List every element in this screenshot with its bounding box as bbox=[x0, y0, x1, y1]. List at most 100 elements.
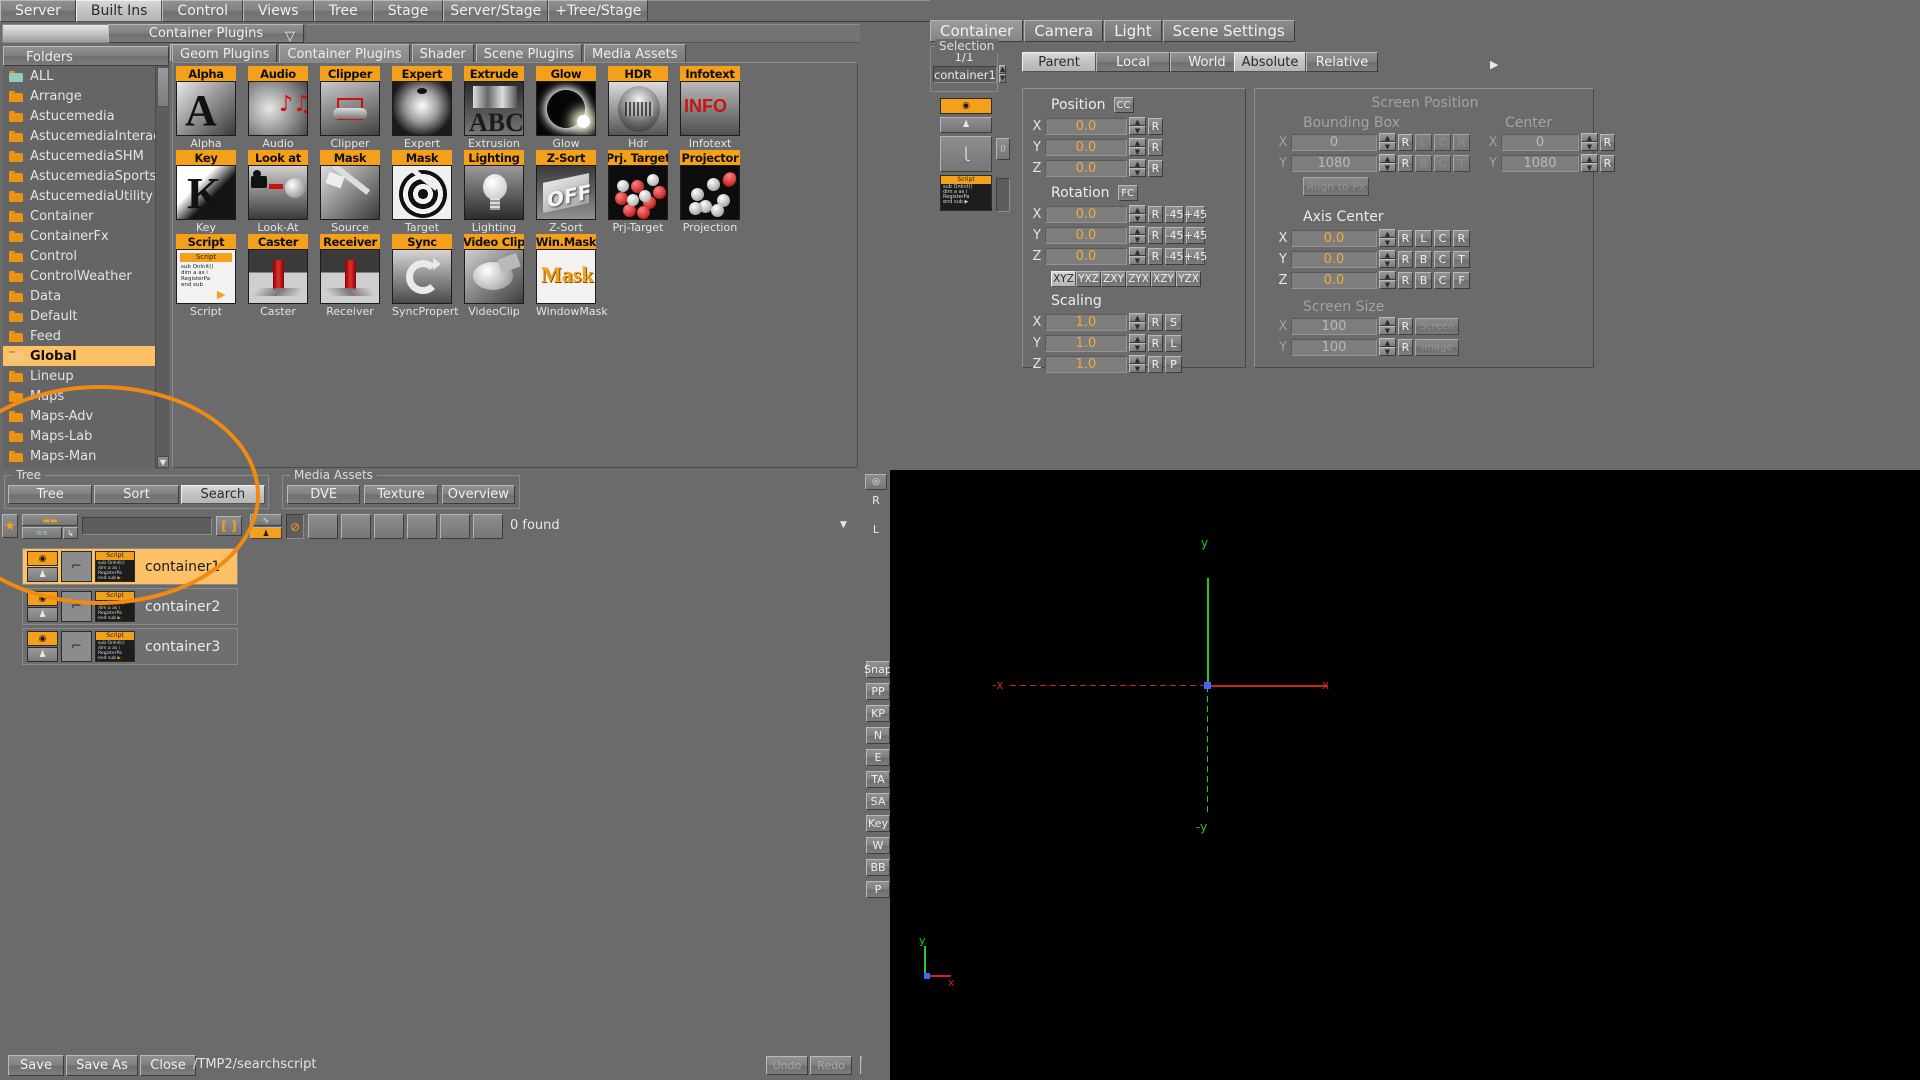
selection-stepper[interactable]: ▲ ▼ bbox=[998, 64, 1007, 83]
reset-button[interactable]: R bbox=[1398, 154, 1413, 172]
folder-item-containerfx[interactable]: ContainerFx bbox=[3, 226, 155, 246]
plugin-tab-geom-plugins[interactable]: Geom Plugins bbox=[172, 44, 278, 63]
menu-item-tree[interactable]: Tree bbox=[313, 0, 373, 22]
axis-icon[interactable]: ⌐ bbox=[61, 631, 92, 662]
reset-button[interactable]: R bbox=[1148, 205, 1163, 223]
folder-scroll-thumb[interactable] bbox=[157, 67, 169, 107]
script-thumbnail-icon[interactable]: Script sub OnInit() dim a as i RegisterPa e… bbox=[940, 175, 992, 211]
axis-icon[interactable]: ⌐ bbox=[61, 551, 92, 582]
selection-stepper-up[interactable]: ▲ bbox=[998, 64, 1007, 74]
reset-button[interactable]: R bbox=[1148, 355, 1163, 373]
menu-item-views[interactable]: Views bbox=[243, 0, 314, 22]
stepper-up[interactable]: ▲ bbox=[1379, 229, 1396, 238]
scaling-extra-button[interactable]: S bbox=[1165, 313, 1182, 331]
stepper-down[interactable]: ▼ bbox=[1581, 142, 1598, 151]
selection-stepper-down[interactable]: ▼ bbox=[998, 73, 1007, 83]
value-stepper[interactable]: ▲ ▼ bbox=[1129, 355, 1146, 373]
axis-align-1-button[interactable]: B bbox=[1415, 250, 1432, 268]
bracket-filter-button[interactable]: [ ] bbox=[216, 516, 242, 536]
plugin-item-infotext[interactable]: Infotext INFO Infotext bbox=[680, 66, 740, 151]
axis-icon[interactable]: ⌐ bbox=[61, 591, 92, 622]
stepper-up[interactable]: ▲ bbox=[1129, 334, 1146, 343]
stepper-up[interactable]: ▲ bbox=[1379, 154, 1396, 163]
3d-viewport[interactable]: y -y x -x y x bbox=[890, 470, 1920, 1080]
stepper-down[interactable]: ▼ bbox=[1129, 235, 1146, 244]
value-field[interactable]: 1.0 bbox=[1045, 313, 1127, 331]
axis-align-3-button[interactable]: F bbox=[1453, 271, 1470, 289]
value-field[interactable]: 0.0 bbox=[1045, 205, 1127, 223]
axis-align-2-button[interactable]: C bbox=[1434, 229, 1451, 247]
plugin-item-glow[interactable]: Glow Glow bbox=[536, 66, 596, 151]
reset-button[interactable]: R bbox=[1398, 133, 1413, 151]
plugin-item-source[interactable]: Mask Source bbox=[320, 150, 380, 235]
stepper-down[interactable]: ▼ bbox=[1129, 364, 1146, 373]
menu-item-stage[interactable]: Stage bbox=[372, 0, 444, 22]
stepper-down[interactable]: ▼ bbox=[1379, 280, 1396, 289]
screen-size-r-button[interactable]: R bbox=[1398, 317, 1413, 335]
bb-align-3-button[interactable]: R bbox=[1453, 133, 1470, 151]
folder-item-controlweather[interactable]: ControlWeather bbox=[3, 266, 155, 286]
properties-tab-camera[interactable]: Camera bbox=[1024, 20, 1104, 42]
folder-item-arrange[interactable]: Arrange bbox=[3, 86, 155, 106]
plugin-item-windowmask[interactable]: Win.Mask Mask WindowMask bbox=[536, 234, 608, 319]
reset-button[interactable]: R bbox=[1398, 229, 1413, 247]
texture-button[interactable]: Texture bbox=[364, 485, 438, 504]
value-field[interactable]: 0.0 bbox=[1291, 250, 1377, 268]
folder-item-container[interactable]: Container bbox=[3, 206, 155, 226]
stepper-up[interactable]: ▲ bbox=[1581, 133, 1598, 142]
folder-scroll-down-icon[interactable]: ▼ bbox=[157, 456, 169, 468]
value-field[interactable]: 1.0 bbox=[1045, 355, 1127, 373]
plugin-item-audio[interactable]: Audio ♪♫Audio bbox=[248, 66, 308, 151]
value-stepper[interactable]: ▲ ▼ bbox=[1379, 271, 1396, 289]
person-toggle-icon[interactable]: ♟ bbox=[27, 647, 58, 662]
stepper-down[interactable]: ▼ bbox=[1129, 147, 1146, 156]
value-field[interactable]: 0 bbox=[1501, 133, 1579, 151]
axis-icon[interactable]: ⎩ bbox=[940, 136, 992, 172]
folder-item-all[interactable]: ALL bbox=[3, 66, 155, 86]
value-field[interactable]: 100 bbox=[1291, 317, 1377, 335]
redo-button[interactable]: Redo bbox=[810, 1056, 852, 1075]
space-parent-button[interactable]: Parent bbox=[1022, 52, 1096, 72]
bb-align-1-button[interactable]: L bbox=[1415, 133, 1432, 151]
layout-mode-2-icon[interactable] bbox=[341, 514, 371, 539]
reset-button[interactable]: R bbox=[1398, 250, 1413, 268]
axis-align-3-button[interactable]: T bbox=[1453, 250, 1470, 268]
person-toggle-icon[interactable]: ♟ bbox=[940, 117, 992, 133]
value-field[interactable]: 0.0 bbox=[1045, 159, 1127, 177]
value-stepper[interactable]: ▲ ▼ bbox=[1379, 154, 1396, 172]
save-as-button[interactable]: Save As bbox=[66, 1055, 138, 1076]
plugin-category-combobox[interactable]: Container Plugins ▽ bbox=[108, 24, 304, 44]
stepper-down[interactable]: ▼ bbox=[1379, 326, 1396, 335]
viewport-icon-q[interactable]: ◎ bbox=[865, 474, 887, 490]
viewport-toggle-e[interactable]: E bbox=[866, 749, 890, 766]
rotate-minus-45-button[interactable]: -45 bbox=[1165, 226, 1184, 244]
rotation-order-yzx[interactable]: YZX bbox=[1176, 271, 1201, 287]
tree-button[interactable]: Tree bbox=[8, 485, 93, 504]
stepper-up[interactable]: ▲ bbox=[1129, 247, 1146, 256]
folder-item-data[interactable]: Data bbox=[3, 286, 155, 306]
axis-align-1-button[interactable]: L bbox=[1415, 229, 1432, 247]
value-field[interactable]: 0.0 bbox=[1045, 138, 1127, 156]
tree-collapse-icon[interactable]: ▼ bbox=[840, 520, 847, 530]
stepper-down[interactable]: ▼ bbox=[1129, 126, 1146, 135]
stepper-down[interactable]: ▼ bbox=[1129, 256, 1146, 265]
plugin-item-key[interactable]: Key K Key bbox=[176, 150, 236, 235]
layout-mode-6-icon[interactable] bbox=[473, 514, 503, 539]
value-stepper[interactable]: ▲ ▼ bbox=[1129, 247, 1146, 265]
overview-button[interactable]: Overview bbox=[441, 485, 515, 504]
rotate-plus-45-button[interactable]: +45 bbox=[1184, 247, 1207, 265]
axis-align-3-button[interactable]: R bbox=[1453, 229, 1470, 247]
axis-align-2-button[interactable]: C bbox=[1434, 250, 1451, 268]
plugin-tab-media-assets[interactable]: Media Assets bbox=[584, 44, 686, 63]
rotate-plus-45-button[interactable]: +45 bbox=[1184, 205, 1207, 223]
layout-mode-4-icon[interactable] bbox=[407, 514, 437, 539]
rotation-order-zxy[interactable]: ZXY bbox=[1101, 271, 1126, 287]
bb-align-2-button[interactable]: C bbox=[1434, 154, 1451, 172]
stepper-up[interactable]: ▲ bbox=[1379, 317, 1396, 326]
plugin-item-hdr[interactable]: HDR Hdr bbox=[608, 66, 668, 151]
eye-toggle-icon[interactable]: ◉ bbox=[27, 591, 58, 606]
value-stepper[interactable]: ▲ ▼ bbox=[1129, 226, 1146, 244]
dve-button[interactable]: DVE bbox=[287, 485, 361, 504]
reset-button[interactable]: R bbox=[1398, 271, 1413, 289]
reset-button[interactable]: R bbox=[1148, 226, 1163, 244]
